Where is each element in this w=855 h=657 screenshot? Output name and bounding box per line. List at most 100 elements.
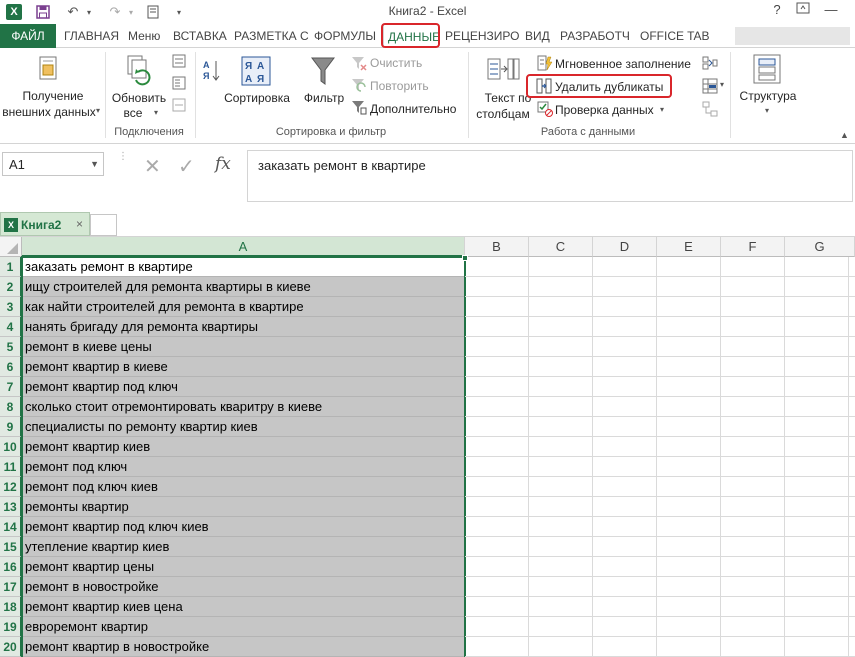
cell-a[interactable]: ремонт квартир киев [22,437,465,457]
get-external-data-line2[interactable]: внешних данных [0,105,98,119]
cell-a[interactable]: нанять бригаду для ремонта квартиры [22,317,465,337]
cell-a[interactable]: ремонт в новостройке [22,577,465,597]
splitter-handle-icon[interactable]: ⋮ [118,152,128,174]
cell-a[interactable]: как найти строителей для ремонта в кварт… [22,297,465,317]
workbook-tab[interactable]: X Книга2 × [0,212,90,236]
refresh-all-icon[interactable] [124,54,154,86]
database-icon[interactable] [36,54,62,84]
cell-a[interactable]: евроремонт квартир [22,617,465,637]
tab-view[interactable]: ВИД [521,24,554,48]
cell-a[interactable]: ремонт квартир в новостройке [22,637,465,657]
collapse-ribbon-icon[interactable]: ▲ [840,130,849,140]
row-header[interactable]: 5 [0,337,22,357]
cancel-icon[interactable]: ✕ [144,154,161,179]
outline-button[interactable]: Структура [737,89,799,103]
tab-menu[interactable]: Меню [124,24,164,48]
row-header[interactable]: 9 [0,417,22,437]
outline-dropdown-icon[interactable]: ▾ [765,106,769,115]
consolidate-icon[interactable] [702,55,718,71]
reapply-button[interactable]: Повторить [370,79,429,93]
tab-page-layout[interactable]: РАЗМЕТКА С [230,24,313,48]
row-header[interactable]: 1 [0,257,22,277]
row-header[interactable]: 6 [0,357,22,377]
cell-a[interactable]: ремонт квартир киев цена [22,597,465,617]
help-button[interactable]: ? [766,2,788,22]
data-validation-dropdown-icon[interactable]: ▾ [660,105,664,114]
enter-icon[interactable]: ✓ [178,154,195,179]
row-header[interactable]: 2 [0,277,22,297]
flash-fill-icon[interactable] [537,55,553,71]
refresh-all-line1[interactable]: Обновить [108,91,170,105]
new-workbook-tab[interactable] [90,214,117,236]
insert-function-button[interactable]: fx [215,154,231,174]
row-header[interactable]: 20 [0,637,22,657]
what-if-dropdown-icon[interactable]: ▾ [720,80,724,89]
cell-a[interactable]: ремонт квартир в киеве [22,357,465,377]
sort-icon[interactable]: ЯAAЯ [241,56,271,86]
column-header-c[interactable]: C [529,237,593,257]
row-header[interactable]: 16 [0,557,22,577]
row-header[interactable]: 14 [0,517,22,537]
tab-file[interactable]: ФАЙЛ [0,24,56,48]
text-to-columns-line2[interactable]: столбцам [472,107,534,121]
row-header[interactable]: 12 [0,477,22,497]
advanced-filter-icon[interactable] [351,99,367,115]
get-external-data-line1[interactable]: Получение [8,89,98,103]
cell-a[interactable]: специалисты по ремонту квартир киев [22,417,465,437]
row-header[interactable]: 19 [0,617,22,637]
name-box[interactable]: A1 ▼ [2,152,104,176]
data-validation-icon[interactable] [537,101,553,117]
connections-icon[interactable] [172,54,186,68]
cell-a[interactable]: ремонты квартир [22,497,465,517]
tab-developer[interactable]: РАЗРАБОТЧ [556,24,634,48]
filter-icon[interactable] [310,54,336,88]
cell-a[interactable]: ремонт под ключ [22,457,465,477]
cell-a[interactable]: ремонт в киеве цены [22,337,465,357]
refresh-all-line2[interactable]: все [108,106,158,120]
spreadsheet-grid[interactable]: A B C D E F G 1 заказать ремонт в квартир… [0,237,855,657]
what-if-analysis-icon[interactable] [702,78,718,94]
get-external-data-dropdown-icon[interactable]: ▾ [96,106,100,115]
cell-a[interactable]: ремонт квартир цены [22,557,465,577]
tab-office-tab[interactable]: OFFICE TAB [636,24,714,48]
row-header[interactable]: 8 [0,397,22,417]
row-header[interactable]: 7 [0,377,22,397]
cell-a[interactable]: утепление квартир киев [22,537,465,557]
column-header-g[interactable]: G [785,237,855,257]
row-header[interactable]: 3 [0,297,22,317]
clear-button[interactable]: Очистить [370,56,422,70]
outline-icon[interactable] [753,54,781,84]
sort-button[interactable]: Сортировка [222,91,292,105]
tab-insert[interactable]: ВСТАВКА [169,24,231,48]
cell-a[interactable]: ремонт квартир под ключ киев [22,517,465,537]
row-header[interactable]: 10 [0,437,22,457]
cell-a[interactable]: ремонт под ключ киев [22,477,465,497]
reapply-icon[interactable] [351,77,367,93]
row-header[interactable]: 11 [0,457,22,477]
text-to-columns-icon[interactable] [486,55,520,85]
fill-handle[interactable] [462,255,468,261]
clear-filter-icon[interactable] [351,55,367,71]
edit-links-icon[interactable] [172,98,186,112]
filter-button[interactable]: Фильтр [300,91,348,105]
refresh-all-dropdown-icon[interactable]: ▾ [154,108,158,117]
formula-input[interactable]: заказать ремонт в квартире [247,150,853,202]
column-header-d[interactable]: D [593,237,657,257]
column-header-b[interactable]: B [465,237,529,257]
relationships-icon[interactable] [702,101,718,117]
column-header-e[interactable]: E [657,237,721,257]
cell-a[interactable]: заказать ремонт в квартире [22,257,465,277]
data-validation-button[interactable]: Проверка данных [555,103,654,117]
select-all-corner[interactable] [0,237,22,257]
row-header[interactable]: 18 [0,597,22,617]
tab-formulas[interactable]: ФОРМУЛЫ [310,24,380,48]
column-header-a[interactable]: A [22,237,465,257]
column-header-f[interactable]: F [721,237,785,257]
row-header[interactable]: 13 [0,497,22,517]
sort-az-icon[interactable]: AЯ [202,58,220,84]
properties-icon[interactable] [172,76,186,90]
flash-fill-button[interactable]: Мгновенное заполнение [555,57,691,71]
name-box-dropdown-icon[interactable]: ▼ [90,159,99,169]
cell-a[interactable]: ищу строителей для ремонта квартиры в ки… [22,277,465,297]
row-header[interactable]: 17 [0,577,22,597]
